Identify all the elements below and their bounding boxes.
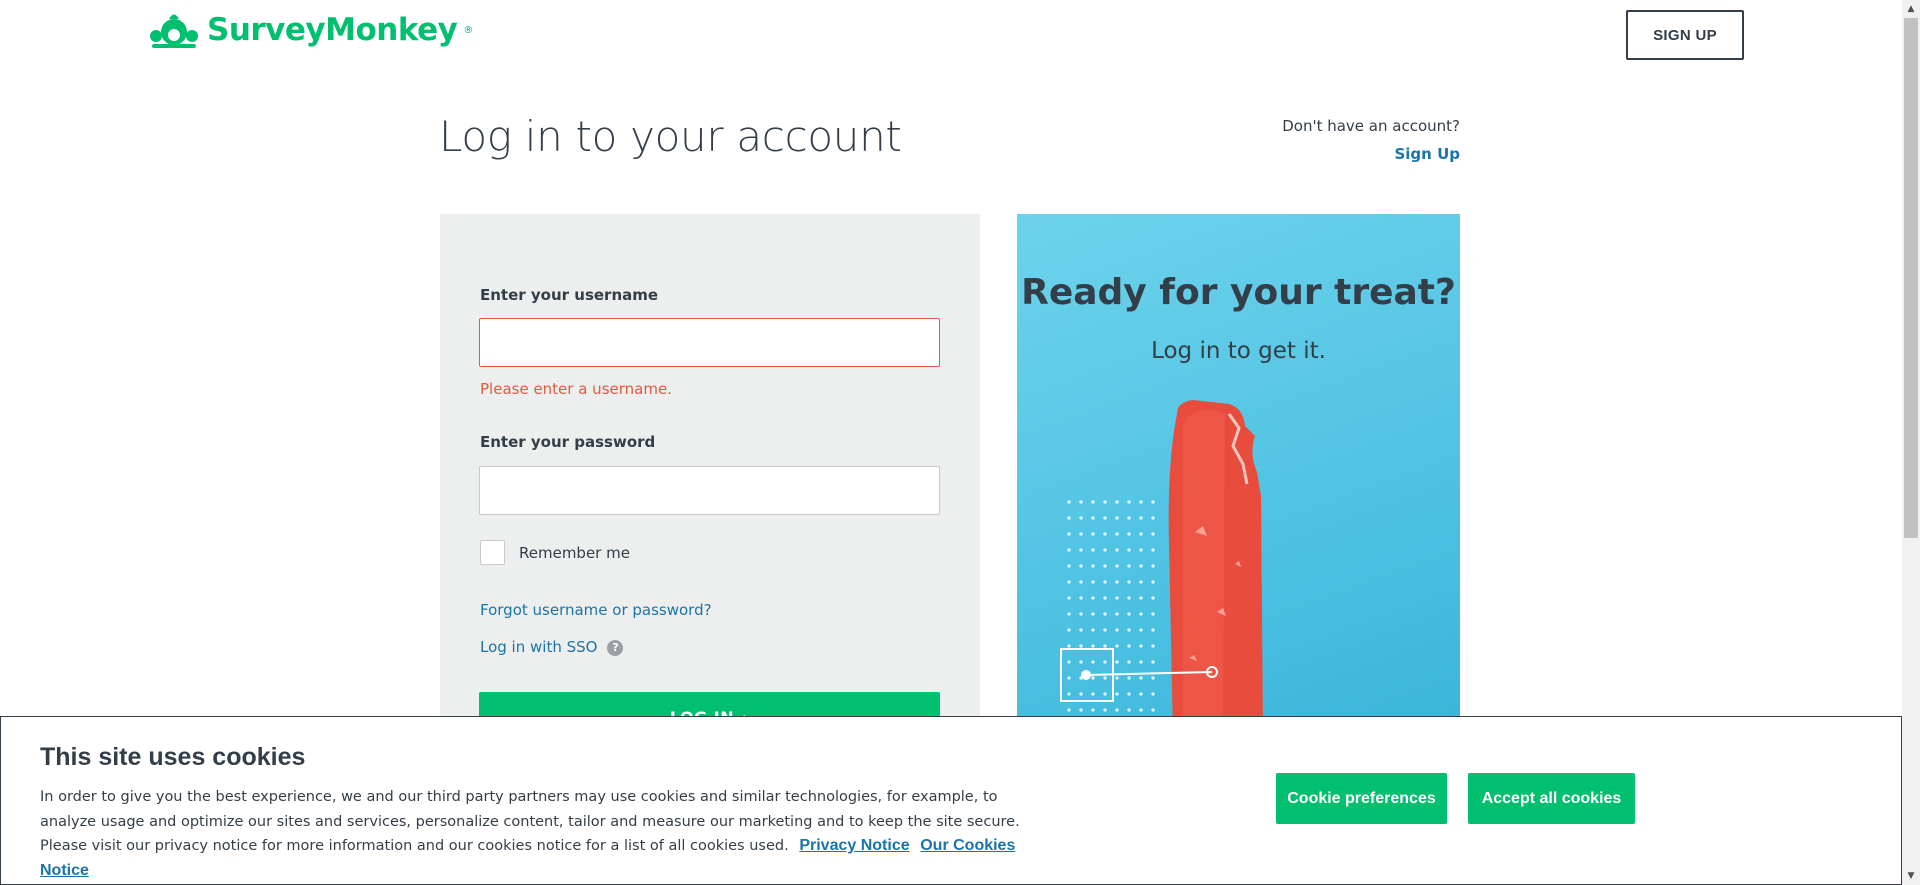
no-account-text: Don't have an account?	[1282, 117, 1460, 135]
scrollbar-thumb[interactable]	[1904, 18, 1918, 538]
promo-panel: Ready for your treat? Log in to get it.	[1017, 214, 1460, 734]
password-input[interactable]	[479, 466, 940, 515]
promo-subtitle: Log in to get it.	[1151, 338, 1326, 364]
brand-name: SurveyMonkey	[207, 12, 458, 48]
sso-login-link[interactable]: Log in with SSO	[480, 638, 597, 656]
scroll-down-arrow-icon[interactable]: ▼	[1902, 867, 1920, 885]
forgot-credentials-link[interactable]: Forgot username or password?	[480, 601, 712, 619]
username-error: Please enter a username.	[480, 380, 672, 398]
surveymonkey-logo[interactable]: SurveyMonkey ®	[147, 8, 473, 52]
promo-title: Ready for your treat?	[1021, 272, 1456, 313]
login-form-panel: Enter your username Please enter a usern…	[440, 214, 980, 742]
password-label: Enter your password	[480, 433, 656, 451]
scroll-up-arrow-icon[interactable]: ▲	[1902, 0, 1920, 18]
username-input[interactable]	[479, 318, 940, 367]
sso-row: Log in with SSO?	[480, 638, 624, 656]
cookie-banner-text: In order to give you the best experience…	[40, 785, 1050, 883]
remember-me-checkbox[interactable]	[480, 540, 505, 565]
cookie-banner: This site uses cookies In order to give …	[0, 716, 1902, 885]
registered-mark: ®	[463, 24, 474, 36]
remember-me[interactable]: Remember me	[480, 540, 630, 565]
remember-me-label: Remember me	[519, 543, 630, 562]
no-account-prompt: Don't have an account? Sign Up	[1282, 117, 1460, 163]
header-signup-button[interactable]: SIGN UP	[1626, 10, 1744, 60]
monkey-logo-icon	[150, 14, 198, 48]
username-label: Enter your username	[480, 286, 659, 304]
accept-all-cookies-button[interactable]: Accept all cookies	[1468, 773, 1635, 824]
signup-link[interactable]: Sign Up	[1282, 145, 1460, 163]
dot-grid-pattern	[1067, 500, 1155, 712]
help-icon[interactable]: ?	[607, 639, 624, 656]
privacy-notice-link[interactable]: Privacy Notice	[799, 837, 909, 854]
vertical-scrollbar[interactable]: ▲ ▼	[1902, 0, 1920, 885]
page-title: Log in to your account	[439, 112, 902, 161]
cookie-banner-title: This site uses cookies	[40, 743, 306, 771]
cookie-preferences-button[interactable]: Cookie preferences	[1276, 773, 1447, 824]
